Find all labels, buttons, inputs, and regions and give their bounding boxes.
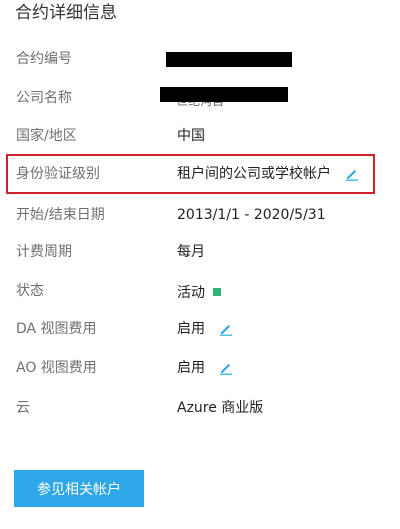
status-value-wrap: 活动 <box>177 281 221 305</box>
company-name-redacted <box>160 87 288 102</box>
billing-cycle-value: 每月 <box>177 244 205 260</box>
auth-level-value: 租户间的公司或学校帐户 <box>177 166 331 182</box>
pencil-icon[interactable] <box>219 322 233 336</box>
contract-number-label: 合约编号 <box>16 51 72 67</box>
da-view-fee-value-wrap: 启用 <box>177 317 233 341</box>
status-value: 活动 <box>177 285 205 301</box>
ao-view-fee-value-wrap: 启用 <box>177 356 233 380</box>
cloud-value: Azure 商业版 <box>177 400 264 416</box>
row-status: 状态 活动 <box>0 279 400 303</box>
auth-level-value-wrap: 租户间的公司或学校帐户 <box>177 162 359 186</box>
da-view-fee-label: DA 视图费用 <box>16 321 97 337</box>
row-date-range: 开始/结束日期 2013/1/1 - 2020/5/31 <box>0 203 400 227</box>
ao-view-fee-label: AO 视图费用 <box>16 360 97 376</box>
pencil-icon[interactable] <box>219 361 233 375</box>
status-square-icon <box>213 288 221 296</box>
status-label: 状态 <box>16 283 44 299</box>
row-company-name: 公司名称 世纪沟自 <box>0 86 400 110</box>
cloud-label: 云 <box>16 400 30 416</box>
row-country: 国家/地区 中国 <box>0 124 400 148</box>
page-title: 合约详细信息 <box>15 3 117 23</box>
contract-number-redacted <box>166 52 292 67</box>
row-billing-cycle: 计费周期 每月 <box>0 240 400 264</box>
row-ao-view-fee: AO 视图费用 启用 <box>0 356 400 380</box>
see-related-accounts-button[interactable]: 参见相关帐户 <box>14 470 144 507</box>
date-range-label: 开始/结束日期 <box>16 207 105 223</box>
row-contract-number: 合约编号 <box>0 47 400 71</box>
row-cloud: 云 Azure 商业版 <box>0 396 400 420</box>
country-value: 中国 <box>177 128 205 144</box>
auth-level-label: 身份验证级别 <box>16 166 100 182</box>
contract-details-panel: 合约详细信息 合约编号 公司名称 世纪沟自 国家/地区 中国 身份验证级别 租户… <box>0 0 400 529</box>
pencil-icon[interactable] <box>345 167 359 181</box>
row-auth-level: 身份验证级别 租户间的公司或学校帐户 <box>0 162 400 186</box>
da-view-fee-value: 启用 <box>177 321 205 337</box>
company-name-label: 公司名称 <box>16 90 72 106</box>
date-range-value: 2013/1/1 - 2020/5/31 <box>177 207 326 223</box>
billing-cycle-label: 计费周期 <box>16 244 72 260</box>
country-label: 国家/地区 <box>16 128 77 144</box>
ao-view-fee-value: 启用 <box>177 360 205 376</box>
row-da-view-fee: DA 视图费用 启用 <box>0 317 400 341</box>
